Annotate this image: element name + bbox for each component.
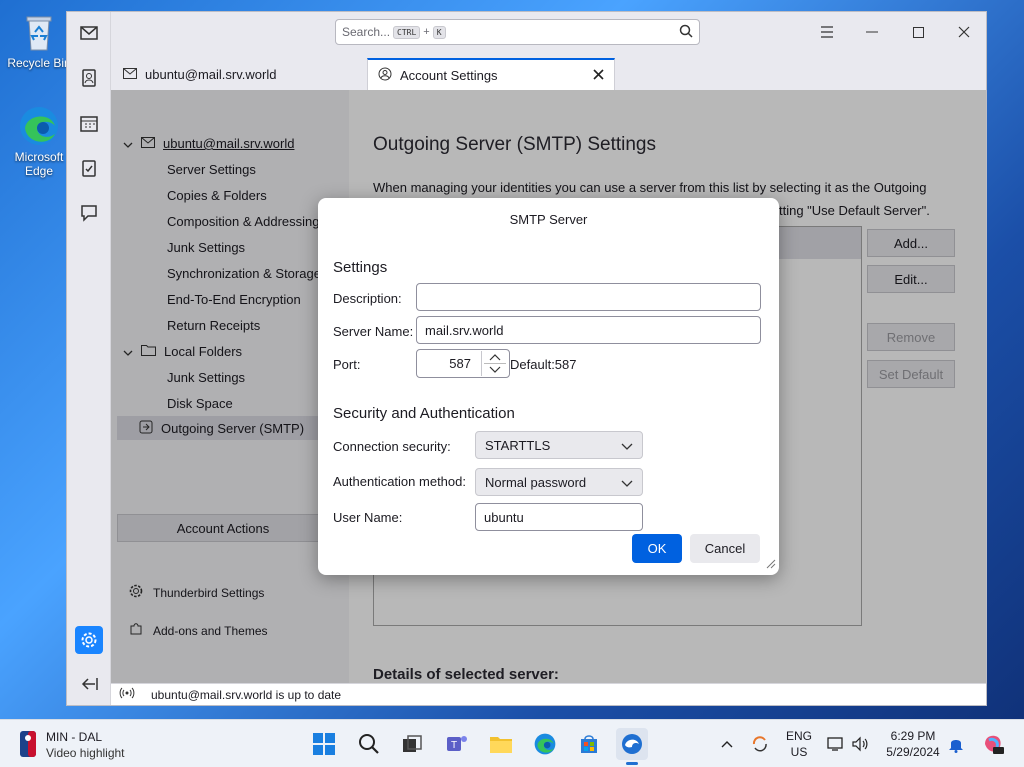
close-tab-icon[interactable] bbox=[593, 68, 604, 83]
widget-text: MIN - DAL Video highlight bbox=[46, 729, 125, 761]
title-bar: Search... CTRL + K bbox=[111, 12, 986, 52]
tab-account-settings-label: Account Settings bbox=[400, 67, 498, 83]
widget-line2: Video highlight bbox=[46, 746, 125, 760]
edge-icon bbox=[17, 104, 61, 148]
online-status-icon[interactable] bbox=[119, 687, 135, 702]
news-widget[interactable]: MIN - DAL Video highlight bbox=[20, 729, 125, 761]
chevron-down-icon bbox=[621, 475, 633, 490]
tasks-icon[interactable] bbox=[75, 154, 103, 182]
search-icon bbox=[679, 24, 693, 41]
shortcut-key-ctrl: CTRL bbox=[393, 25, 421, 39]
settings-gear-icon[interactable] bbox=[75, 626, 103, 654]
file-explorer-icon[interactable] bbox=[485, 728, 517, 760]
auth-method-select[interactable]: Normal password bbox=[475, 468, 643, 496]
port-label: Port: bbox=[333, 357, 361, 372]
status-text: ubuntu@mail.srv.world is up to date bbox=[151, 687, 342, 702]
windows-taskbar: MIN - DAL Video highlight T ENG US 6:29 … bbox=[0, 719, 1024, 767]
recycle-bin-desktop-icon[interactable]: Recycle Bin bbox=[6, 10, 72, 70]
chat-icon[interactable] bbox=[75, 199, 103, 227]
security-section-header: Security and Authentication bbox=[333, 405, 515, 422]
collapse-spaces-icon[interactable] bbox=[75, 670, 103, 698]
volume-icon[interactable] bbox=[848, 728, 872, 760]
shortcut-key-k: K bbox=[432, 25, 446, 39]
shortcut-plus: + bbox=[423, 26, 430, 38]
tab-account-settings[interactable]: Account Settings bbox=[367, 58, 615, 90]
settings-section-header: Settings bbox=[333, 259, 388, 276]
chevron-down-icon bbox=[621, 438, 633, 453]
global-search-input[interactable]: Search... CTRL + K bbox=[335, 19, 700, 45]
close-window-icon[interactable] bbox=[954, 22, 974, 42]
server-name-input[interactable] bbox=[416, 316, 761, 344]
chevron-up-icon[interactable] bbox=[714, 728, 740, 760]
dialog-title: SMTP Server bbox=[509, 212, 588, 227]
app-menu-icon[interactable] bbox=[817, 22, 837, 42]
spaces-toolbar bbox=[67, 12, 111, 705]
copilot-icon[interactable] bbox=[978, 728, 1008, 760]
tab-mail-label: ubuntu@mail.srv.world bbox=[145, 66, 277, 82]
language-line2: US bbox=[790, 745, 808, 759]
language-line1: ENG bbox=[785, 729, 812, 743]
nba-logo-icon bbox=[20, 730, 36, 760]
mail-tab-icon bbox=[123, 67, 137, 82]
minimize-icon[interactable] bbox=[862, 22, 882, 42]
edge-label: Microsoft Edge bbox=[14, 150, 64, 178]
language-indicator[interactable]: ENG US bbox=[782, 728, 816, 760]
port-value: 587 bbox=[449, 356, 471, 371]
calendar-icon[interactable] bbox=[75, 109, 103, 137]
resize-grip-icon[interactable] bbox=[764, 557, 776, 572]
address-book-icon[interactable] bbox=[75, 64, 103, 92]
description-input[interactable] bbox=[416, 283, 761, 311]
task-view-icon[interactable] bbox=[396, 728, 428, 760]
store-icon[interactable] bbox=[573, 728, 605, 760]
recycle-bin-icon bbox=[17, 10, 61, 54]
connection-security-value: STARTTLS bbox=[485, 437, 551, 453]
connection-security-label: Connection security: bbox=[333, 439, 451, 454]
active-app-indicator bbox=[626, 762, 638, 765]
teams-icon[interactable]: T bbox=[441, 728, 473, 760]
port-spin-arrows[interactable] bbox=[481, 351, 507, 376]
status-bar: ubuntu@mail.srv.world is up to date bbox=[111, 683, 986, 705]
username-input[interactable] bbox=[475, 503, 643, 531]
sync-tray-icon[interactable] bbox=[746, 728, 774, 760]
port-stepper[interactable]: 587 bbox=[416, 349, 510, 378]
clock-time: 6:29 PM bbox=[890, 729, 936, 743]
clock-date: 5/29/2024 bbox=[886, 745, 940, 759]
auth-method-value: Normal password bbox=[485, 474, 587, 490]
widget-line1: MIN - DAL bbox=[46, 730, 103, 744]
recycle-bin-label: Recycle Bin bbox=[7, 56, 71, 70]
ok-button[interactable]: OK bbox=[632, 534, 682, 563]
account-settings-tab-icon bbox=[378, 67, 392, 84]
svg-text:T: T bbox=[451, 740, 457, 751]
auth-method-label: Authentication method: bbox=[333, 474, 466, 489]
thunderbird-taskbar-icon[interactable] bbox=[616, 728, 648, 765]
start-icon[interactable] bbox=[308, 728, 340, 760]
search-placeholder: Search... bbox=[342, 25, 391, 39]
notification-bell-icon[interactable] bbox=[942, 728, 970, 760]
tab-mail[interactable]: ubuntu@mail.srv.world bbox=[113, 58, 286, 90]
smtp-server-dialog: SMTP Server Settings Description: Server… bbox=[318, 198, 779, 575]
clock[interactable]: 6:29 PM 5/29/2024 bbox=[878, 728, 948, 760]
connection-security-select[interactable]: STARTTLS bbox=[475, 431, 643, 459]
port-default-text: Default:587 bbox=[510, 357, 577, 372]
cancel-button[interactable]: Cancel bbox=[690, 534, 760, 563]
description-label: Description: bbox=[333, 291, 402, 306]
network-icon[interactable] bbox=[824, 728, 848, 760]
server-name-label: Server Name: bbox=[333, 324, 414, 339]
edge-desktop-icon[interactable]: Microsoft Edge bbox=[6, 104, 72, 178]
mail-icon[interactable] bbox=[75, 19, 103, 47]
username-label: User Name: bbox=[333, 510, 403, 525]
maximize-icon[interactable] bbox=[908, 22, 928, 42]
edge-taskbar-icon[interactable] bbox=[529, 728, 561, 760]
taskbar-search-icon[interactable] bbox=[353, 728, 385, 760]
tab-bar: ubuntu@mail.srv.world Account Settings bbox=[111, 52, 986, 90]
